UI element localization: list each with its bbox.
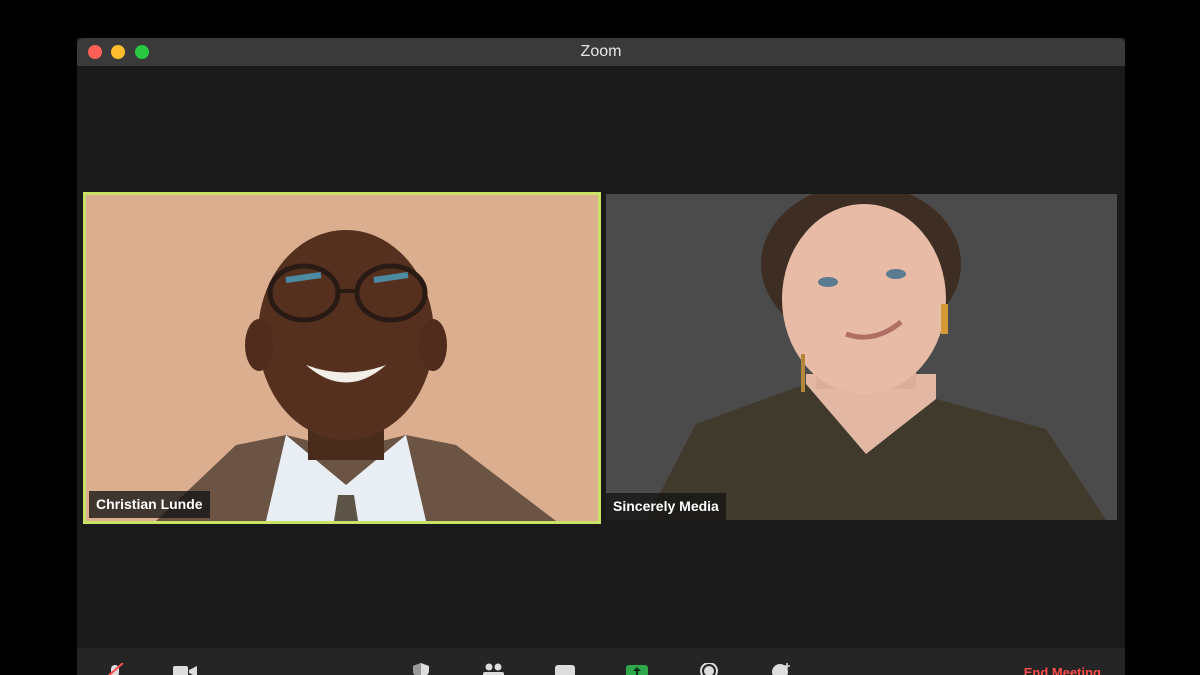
- video-tile-sincerely-media[interactable]: Sincerely Media: [606, 194, 1117, 520]
- video-tile-christian-lunde[interactable]: Christian Lunde: [83, 192, 601, 524]
- reactions-icon[interactable]: [769, 663, 793, 675]
- microphone-muted-icon[interactable]: [103, 663, 127, 675]
- record-icon[interactable]: [697, 663, 721, 675]
- title-bar: Zoom: [77, 38, 1125, 66]
- participant-video-2: [606, 194, 1117, 520]
- chat-icon[interactable]: [553, 663, 577, 675]
- end-meeting-button[interactable]: End Meeting: [1024, 665, 1101, 675]
- participant-name-label: Christian Lunde: [89, 491, 210, 518]
- zoom-window: Zoom Christian Lunde Sincerely Media End…: [77, 38, 1125, 675]
- participants-icon[interactable]: [481, 663, 505, 675]
- participant-name-label: Sincerely Media: [606, 493, 726, 520]
- participant-video-1: [86, 195, 598, 521]
- security-icon[interactable]: [409, 663, 433, 675]
- video-icon[interactable]: [173, 663, 197, 675]
- share-screen-icon[interactable]: [625, 663, 649, 675]
- window-title: Zoom: [580, 43, 622, 60]
- meeting-toolbar: End Meeting: [77, 648, 1125, 675]
